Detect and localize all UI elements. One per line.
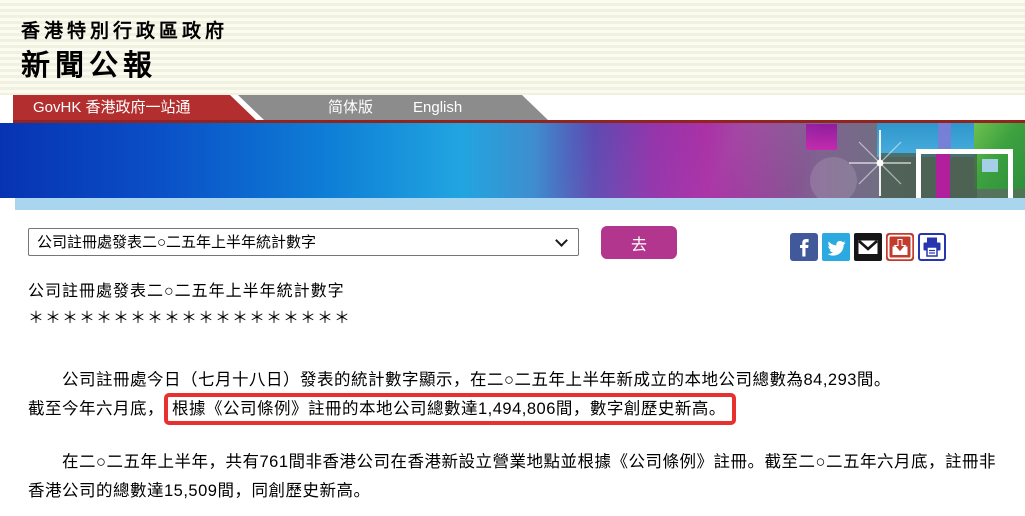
banner-magenta-rect	[806, 124, 837, 150]
tab-english[interactable]: English	[413, 95, 462, 120]
banner-white-frame	[916, 149, 1013, 198]
masthead: 香港特別行政區政府 新聞公報	[0, 0, 1025, 95]
article-title: 公司註冊處發表二○二五年上半年統計數字	[28, 283, 345, 300]
facebook-share-icon[interactable]	[790, 233, 818, 261]
banner-green-block	[974, 123, 1025, 189]
press-release-page: 香港特別行政區政府 新聞公報 简体版 English GovHK 香港政府一站通	[0, 0, 1025, 516]
paragraph-2: 在二○二五年上半年，共有761間非香港公司在香港新設立營業地點並根據《公司條例》…	[28, 453, 996, 500]
asterisk-separator: ＊＊＊＊＊＊＊＊＊＊＊＊＊＊＊＊＊＊＊	[28, 310, 352, 327]
email-share-icon[interactable]	[854, 233, 882, 261]
sparkle-icon	[849, 130, 911, 196]
paragraph-1-line-1: 公司註冊處今日（七月十八日）發表的統計數字顯示，在二○二五年上半年新成立的本地公…	[28, 371, 891, 389]
paragraph-1: 公司註冊處今日（七月十八日）發表的統計數字顯示，在二○二五年上半年新成立的本地公…	[28, 366, 997, 425]
government-name: 香港特別行政區政府	[21, 21, 229, 42]
banner-artwork	[0, 123, 1025, 198]
paragraph-1-line-2-prefix: 截至今年六月底，	[28, 400, 164, 418]
banner-magenta-inner-stripe	[936, 154, 950, 198]
highlighted-statistic: 根據《公司條例》註冊的本地公司總數達1,494,806間，數字創歷史新高。	[164, 393, 736, 425]
press-release-select-wrap: 公司註冊處發表二○二五年上半年統計數字	[28, 228, 579, 256]
banner-small-blue-square	[982, 159, 998, 172]
share-icon-row	[790, 233, 946, 261]
banner-purple-stripe	[938, 123, 951, 160]
banner-blue-rect	[877, 123, 974, 157]
tab-simplified-chinese[interactable]: 简体版	[328, 95, 373, 120]
save-share-icon[interactable]	[886, 233, 914, 261]
banner-bottom-bar	[15, 198, 1025, 210]
print-share-icon[interactable]	[918, 233, 946, 261]
banner-lens-flare	[810, 157, 857, 198]
go-button[interactable]: 去	[601, 226, 677, 259]
twitter-share-icon[interactable]	[822, 233, 850, 261]
tab-govhk[interactable]: GovHK 香港政府一站通	[13, 95, 256, 120]
article: 公司註冊處發表二○二五年上半年統計數字 ＊＊＊＊＊＊＊＊＊＊＊＊＊＊＊＊＊＊＊ …	[28, 281, 997, 506]
press-release-select[interactable]: 公司註冊處發表二○二五年上半年統計數字	[28, 228, 579, 256]
page-title: 新聞公報	[21, 50, 158, 82]
tab-govhk-label: GovHK 香港政府一站通	[33, 99, 191, 116]
banner-graygreen-panel	[880, 153, 977, 198]
tab-bar: 简体版 English GovHK 香港政府一站通	[0, 95, 1025, 120]
